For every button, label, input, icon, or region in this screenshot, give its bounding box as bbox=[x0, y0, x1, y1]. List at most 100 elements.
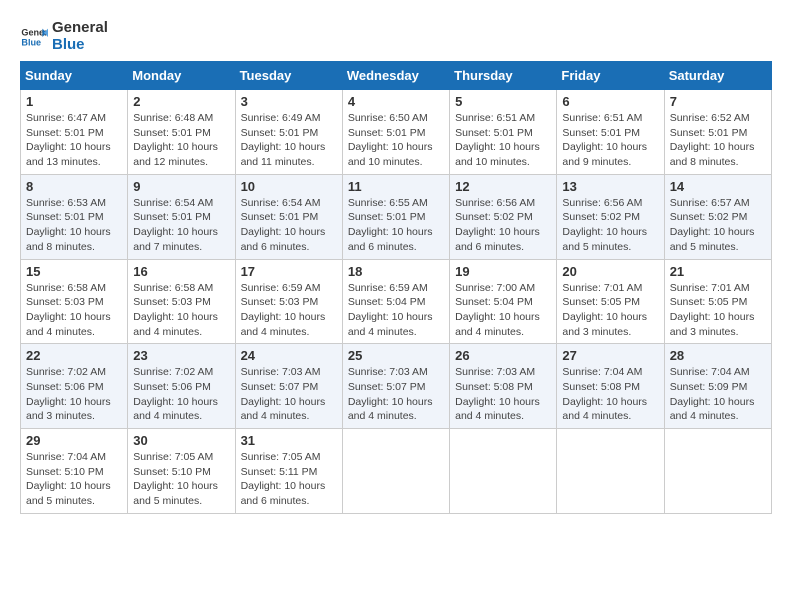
day-info: Sunrise: 6:55 AMSunset: 5:01 PMDaylight:… bbox=[348, 196, 444, 255]
day-info: Sunrise: 6:56 AMSunset: 5:02 PMDaylight:… bbox=[562, 196, 658, 255]
day-info: Sunrise: 7:04 AMSunset: 5:08 PMDaylight:… bbox=[562, 365, 658, 424]
day-number: 17 bbox=[241, 264, 337, 279]
calendar-cell: 25 Sunrise: 7:03 AMSunset: 5:07 PMDayligh… bbox=[342, 344, 449, 429]
weekday-header-friday: Friday bbox=[557, 62, 664, 90]
day-number: 11 bbox=[348, 179, 444, 194]
weekday-header-thursday: Thursday bbox=[450, 62, 557, 90]
calendar-week-row: 29 Sunrise: 7:04 AMSunset: 5:10 PMDayligh… bbox=[21, 429, 772, 514]
day-number: 24 bbox=[241, 348, 337, 363]
calendar-cell bbox=[664, 429, 771, 514]
calendar-cell: 14 Sunrise: 6:57 AMSunset: 5:02 PMDayligh… bbox=[664, 174, 771, 259]
calendar-cell: 2Sunrise: 6:48 AMSunset: 5:01 PMDaylight… bbox=[128, 90, 235, 175]
logo-icon: General Blue bbox=[20, 23, 48, 51]
day-number: 23 bbox=[133, 348, 229, 363]
calendar-cell: 28Sunrise: 7:04 AMSunset: 5:09 PMDayligh… bbox=[664, 344, 771, 429]
day-info: Sunrise: 6:54 AMSunset: 5:01 PMDaylight:… bbox=[133, 196, 229, 255]
day-info: Sunrise: 7:02 AMSunset: 5:06 PMDaylight:… bbox=[26, 365, 122, 424]
day-number: 14 bbox=[670, 179, 766, 194]
header: General Blue General Blue bbox=[20, 20, 772, 53]
day-number: 15 bbox=[26, 264, 122, 279]
weekday-header-monday: Monday bbox=[128, 62, 235, 90]
day-info: Sunrise: 6:50 AMSunset: 5:01 PMDaylight:… bbox=[348, 111, 444, 170]
calendar-cell: 17 Sunrise: 6:59 AMSunset: 5:03 PMDayligh… bbox=[235, 259, 342, 344]
calendar-cell: 29 Sunrise: 7:04 AMSunset: 5:10 PMDayligh… bbox=[21, 429, 128, 514]
calendar-cell bbox=[450, 429, 557, 514]
svg-text:Blue: Blue bbox=[21, 37, 41, 47]
day-info: Sunrise: 6:51 AMSunset: 5:01 PMDaylight:… bbox=[562, 111, 658, 170]
day-number: 19 bbox=[455, 264, 551, 279]
calendar-table: SundayMondayTuesdayWednesdayThursdayFrid… bbox=[20, 61, 772, 514]
calendar-cell: 11 Sunrise: 6:55 AMSunset: 5:01 PMDayligh… bbox=[342, 174, 449, 259]
logo: General Blue General Blue bbox=[20, 20, 108, 53]
calendar-cell: 7Sunrise: 6:52 AMSunset: 5:01 PMDaylight… bbox=[664, 90, 771, 175]
day-number: 16 bbox=[133, 264, 229, 279]
day-info: Sunrise: 6:56 AMSunset: 5:02 PMDaylight:… bbox=[455, 196, 551, 255]
day-info: Sunrise: 6:49 AMSunset: 5:01 PMDaylight:… bbox=[241, 111, 337, 170]
calendar-cell: 12 Sunrise: 6:56 AMSunset: 5:02 PMDayligh… bbox=[450, 174, 557, 259]
calendar-cell: 24 Sunrise: 7:03 AMSunset: 5:07 PMDayligh… bbox=[235, 344, 342, 429]
day-number: 20 bbox=[562, 264, 658, 279]
day-info: Sunrise: 6:57 AMSunset: 5:02 PMDaylight:… bbox=[670, 196, 766, 255]
calendar-cell: 23 Sunrise: 7:02 AMSunset: 5:06 PMDayligh… bbox=[128, 344, 235, 429]
day-number: 29 bbox=[26, 433, 122, 448]
day-number: 9 bbox=[133, 179, 229, 194]
day-info: Sunrise: 7:02 AMSunset: 5:06 PMDaylight:… bbox=[133, 365, 229, 424]
day-number: 27 bbox=[562, 348, 658, 363]
day-number: 1 bbox=[26, 94, 122, 109]
day-info: Sunrise: 6:53 AMSunset: 5:01 PMDaylight:… bbox=[26, 196, 122, 255]
day-number: 6 bbox=[562, 94, 658, 109]
day-info: Sunrise: 7:05 AMSunset: 5:10 PMDaylight:… bbox=[133, 450, 229, 509]
day-info: Sunrise: 6:59 AMSunset: 5:03 PMDaylight:… bbox=[241, 281, 337, 340]
day-number: 25 bbox=[348, 348, 444, 363]
day-number: 12 bbox=[455, 179, 551, 194]
calendar-week-row: 15 Sunrise: 6:58 AMSunset: 5:03 PMDayligh… bbox=[21, 259, 772, 344]
day-info: Sunrise: 6:58 AMSunset: 5:03 PMDaylight:… bbox=[133, 281, 229, 340]
weekday-header-wednesday: Wednesday bbox=[342, 62, 449, 90]
day-number: 4 bbox=[348, 94, 444, 109]
weekday-header-saturday: Saturday bbox=[664, 62, 771, 90]
calendar-cell: 6 Sunrise: 6:51 AMSunset: 5:01 PMDaylight… bbox=[557, 90, 664, 175]
calendar-cell: 15Sunrise: 6:58 AMSunset: 5:03 PMDayligh… bbox=[21, 259, 128, 344]
calendar-cell: 9 Sunrise: 6:54 AMSunset: 5:01 PMDaylight… bbox=[128, 174, 235, 259]
day-number: 26 bbox=[455, 348, 551, 363]
day-info: Sunrise: 7:01 AMSunset: 5:05 PMDaylight:… bbox=[562, 281, 658, 340]
calendar-cell: 8 Sunrise: 6:53 AMSunset: 5:01 PMDaylight… bbox=[21, 174, 128, 259]
calendar-week-row: 8 Sunrise: 6:53 AMSunset: 5:01 PMDaylight… bbox=[21, 174, 772, 259]
day-info: Sunrise: 7:03 AMSunset: 5:07 PMDaylight:… bbox=[348, 365, 444, 424]
day-info: Sunrise: 7:03 AMSunset: 5:08 PMDaylight:… bbox=[455, 365, 551, 424]
weekday-header-row: SundayMondayTuesdayWednesdayThursdayFrid… bbox=[21, 62, 772, 90]
day-number: 5 bbox=[455, 94, 551, 109]
calendar-cell bbox=[342, 429, 449, 514]
calendar-cell bbox=[557, 429, 664, 514]
day-info: Sunrise: 6:51 AMSunset: 5:01 PMDaylight:… bbox=[455, 111, 551, 170]
calendar-cell: 13Sunrise: 6:56 AMSunset: 5:02 PMDayligh… bbox=[557, 174, 664, 259]
day-info: Sunrise: 6:47 AMSunset: 5:01 PMDaylight:… bbox=[26, 111, 122, 170]
day-info: Sunrise: 7:03 AMSunset: 5:07 PMDaylight:… bbox=[241, 365, 337, 424]
day-number: 10 bbox=[241, 179, 337, 194]
calendar-cell: 19 Sunrise: 7:00 AMSunset: 5:04 PMDayligh… bbox=[450, 259, 557, 344]
weekday-header-sunday: Sunday bbox=[21, 62, 128, 90]
calendar-week-row: 22 Sunrise: 7:02 AMSunset: 5:06 PMDayligh… bbox=[21, 344, 772, 429]
calendar-cell: 10 Sunrise: 6:54 AMSunset: 5:01 PMDayligh… bbox=[235, 174, 342, 259]
day-number: 22 bbox=[26, 348, 122, 363]
day-number: 8 bbox=[26, 179, 122, 194]
calendar-week-row: 1 Sunrise: 6:47 AMSunset: 5:01 PMDaylight… bbox=[21, 90, 772, 175]
calendar-cell: 16 Sunrise: 6:58 AMSunset: 5:03 PMDayligh… bbox=[128, 259, 235, 344]
calendar-cell: 4 Sunrise: 6:50 AMSunset: 5:01 PMDaylight… bbox=[342, 90, 449, 175]
day-number: 31 bbox=[241, 433, 337, 448]
calendar-cell: 22 Sunrise: 7:02 AMSunset: 5:06 PMDayligh… bbox=[21, 344, 128, 429]
day-number: 21 bbox=[670, 264, 766, 279]
day-info: Sunrise: 6:54 AMSunset: 5:01 PMDaylight:… bbox=[241, 196, 337, 255]
day-info: Sunrise: 7:05 AMSunset: 5:11 PMDaylight:… bbox=[241, 450, 337, 509]
day-info: Sunrise: 7:00 AMSunset: 5:04 PMDaylight:… bbox=[455, 281, 551, 340]
calendar-cell: 30Sunrise: 7:05 AMSunset: 5:10 PMDayligh… bbox=[128, 429, 235, 514]
logo-line1: General bbox=[52, 20, 108, 37]
day-info: Sunrise: 7:01 AMSunset: 5:05 PMDaylight:… bbox=[670, 281, 766, 340]
logo-line2: Blue bbox=[52, 37, 108, 54]
day-info: Sunrise: 6:48 AMSunset: 5:01 PMDaylight:… bbox=[133, 111, 229, 170]
day-info: Sunrise: 7:04 AMSunset: 5:10 PMDaylight:… bbox=[26, 450, 122, 509]
weekday-header-tuesday: Tuesday bbox=[235, 62, 342, 90]
calendar-cell: 31 Sunrise: 7:05 AMSunset: 5:11 PMDayligh… bbox=[235, 429, 342, 514]
day-number: 28 bbox=[670, 348, 766, 363]
calendar-cell: 27 Sunrise: 7:04 AMSunset: 5:08 PMDayligh… bbox=[557, 344, 664, 429]
